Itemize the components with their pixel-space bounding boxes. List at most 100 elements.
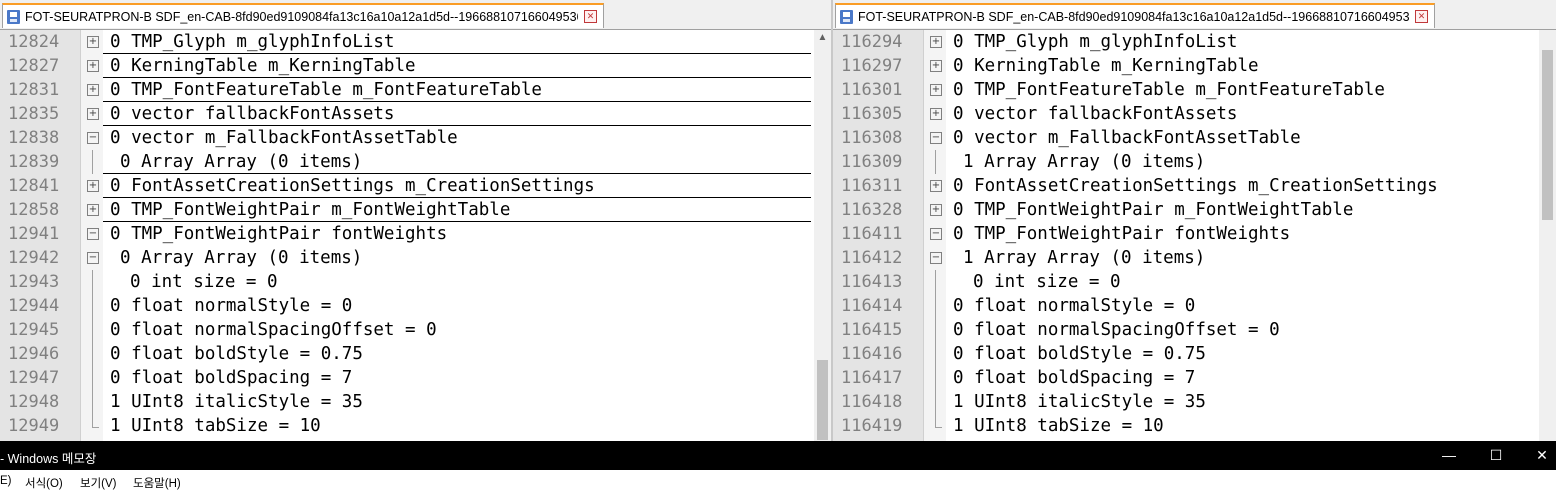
line-number: 12947: [8, 368, 60, 388]
minimize-icon[interactable]: —: [1426, 441, 1472, 470]
code-line[interactable]: 116301 0 TMP_FontFeatureTable m_FontFeatu…: [833, 78, 1556, 102]
code-line[interactable]: 12841 0 FontAssetCreationSettings m_Creat…: [0, 174, 831, 198]
expand-fold-icon[interactable]: [87, 84, 99, 96]
line-number: 12824: [8, 32, 60, 52]
code-line[interactable]: 116305 0 vector fallbackFontAssets: [833, 102, 1556, 126]
line-text: 0 int size = 0: [973, 272, 1121, 292]
line-number: 116301: [841, 80, 903, 100]
code-line[interactable]: 116328 0 TMP_FontWeightPair m_FontWeightT…: [833, 198, 1556, 222]
expand-fold-icon[interactable]: [930, 60, 942, 72]
expand-fold-icon[interactable]: [87, 108, 99, 120]
collapse-fold-icon[interactable]: [87, 132, 99, 144]
line-number: 12841: [8, 176, 60, 196]
line-number: 116412: [841, 248, 903, 268]
expand-fold-icon[interactable]: [87, 60, 99, 72]
code-line[interactable]: 12831 0 TMP_FontFeatureTable m_FontFeatur…: [0, 78, 831, 102]
left-tab-bar: FOT-SEURATPRON-B SDF_en-CAB-8fd90ed91090…: [0, 0, 831, 30]
code-line[interactable]: 116416 0 float boldStyle = 0.75: [833, 342, 1556, 366]
code-line[interactable]: 116418 1 UInt8 italicStyle = 35: [833, 390, 1556, 414]
expand-fold-icon[interactable]: [87, 180, 99, 192]
line-text: 0 KerningTable m_KerningTable: [953, 56, 1259, 76]
collapse-fold-icon[interactable]: [87, 252, 99, 264]
code-line[interactable]: 116417 0 float boldSpacing = 7: [833, 366, 1556, 390]
code-line[interactable]: 116413 0 int size = 0: [833, 270, 1556, 294]
right-scroll-thumb[interactable]: [1542, 50, 1553, 220]
line-number: 116419: [841, 416, 903, 436]
line-text: 0 float normalStyle = 0: [110, 296, 353, 316]
fold-guide-line: [935, 390, 936, 414]
line-text: 0 TMP_FontWeightPair m_FontWeightTable: [110, 200, 511, 220]
code-line[interactable]: 12948 1 UInt8 italicStyle = 35: [0, 390, 831, 414]
code-line[interactable]: 116311 0 FontAssetCreationSettings m_Crea…: [833, 174, 1556, 198]
collapse-fold-icon[interactable]: [930, 132, 942, 144]
line-text: 0 int size = 0: [130, 272, 278, 292]
collapse-fold-icon[interactable]: [87, 228, 99, 240]
fold-guide-line: [92, 150, 93, 174]
line-number: 12944: [8, 296, 60, 316]
expand-fold-icon[interactable]: [930, 204, 942, 216]
code-line[interactable]: 116308 0 vector m_FallbackFontAssetTable: [833, 126, 1556, 150]
line-number: 116415: [841, 320, 903, 340]
code-line[interactable]: 12941 0 TMP_FontWeightPair fontWeights: [0, 222, 831, 246]
expand-fold-icon[interactable]: [930, 84, 942, 96]
menu-item-view[interactable]: 보기(V): [80, 475, 117, 491]
left-scroll-thumb[interactable]: [817, 360, 828, 440]
maximize-icon[interactable]: ☐: [1473, 441, 1519, 470]
left-file-tab[interactable]: FOT-SEURATPRON-B SDF_en-CAB-8fd90ed91090…: [2, 3, 604, 28]
fold-guide-line: [92, 342, 93, 366]
menu-item-format[interactable]: 서식(O): [25, 475, 63, 491]
code-line[interactable]: 12839 0 Array Array (0 items): [0, 150, 831, 174]
code-line[interactable]: 12835 0 vector fallbackFontAssets: [0, 102, 831, 126]
left-vertical-scrollbar[interactable]: ▲: [814, 30, 831, 441]
code-line[interactable]: 12945 0 float normalSpacingOffset = 0: [0, 318, 831, 342]
code-line[interactable]: 116419 1 UInt8 tabSize = 10: [833, 414, 1556, 438]
right-editor[interactable]: 116294 0 TMP_Glyph m_glyphInfoList 116297 0…: [833, 30, 1556, 441]
expand-fold-icon[interactable]: [930, 108, 942, 120]
code-line[interactable]: 12827 0 KerningTable m_KerningTable: [0, 54, 831, 78]
right-tab-bar: FOT-SEURATPRON-B SDF_en-CAB-8fd90ed91090…: [833, 0, 1556, 30]
line-text: 1 UInt8 tabSize = 10: [110, 416, 321, 436]
line-number: 12838: [8, 128, 60, 148]
code-line[interactable]: 116309 1 Array Array (0 items): [833, 150, 1556, 174]
line-text: 0 float boldSpacing = 7: [953, 368, 1196, 388]
left-editor[interactable]: 12824 0 TMP_Glyph m_glyphInfoList 12827 0 K…: [0, 30, 831, 441]
code-line[interactable]: 116415 0 float normalSpacingOffset = 0: [833, 318, 1556, 342]
scroll-up-arrow-icon[interactable]: ▲: [814, 32, 831, 46]
line-text: 0 float boldStyle = 0.75: [953, 344, 1206, 364]
code-line[interactable]: 12858 0 TMP_FontWeightPair m_FontWeightTa…: [0, 198, 831, 222]
line-number: 12948: [8, 392, 60, 412]
code-line[interactable]: 12838 0 vector m_FallbackFontAssetTable: [0, 126, 831, 150]
line-text: 0 float normalStyle = 0: [953, 296, 1196, 316]
close-tab-icon[interactable]: ✕: [584, 10, 597, 23]
code-line[interactable]: 116411 0 TMP_FontWeightPair fontWeights: [833, 222, 1556, 246]
expand-fold-icon[interactable]: [930, 180, 942, 192]
close-window-icon[interactable]: ✕: [1519, 441, 1556, 470]
line-text: 1 UInt8 tabSize = 10: [953, 416, 1164, 436]
line-text: 0 Array Array (0 items): [120, 152, 363, 172]
code-line[interactable]: 12946 0 float boldStyle = 0.75: [0, 342, 831, 366]
code-line[interactable]: 12943 0 int size = 0: [0, 270, 831, 294]
code-line[interactable]: 12947 0 float boldSpacing = 7: [0, 366, 831, 390]
code-line[interactable]: 116297 0 KerningTable m_KerningTable: [833, 54, 1556, 78]
code-line[interactable]: 12824 0 TMP_Glyph m_glyphInfoList: [0, 30, 831, 54]
code-line[interactable]: 12949 1 UInt8 tabSize = 10: [0, 414, 831, 438]
expand-fold-icon[interactable]: [87, 204, 99, 216]
code-line[interactable]: 116414 0 float normalStyle = 0: [833, 294, 1556, 318]
right-file-tab[interactable]: FOT-SEURATPRON-B SDF_en-CAB-8fd90ed91090…: [835, 3, 1435, 28]
line-text: 1 UInt8 italicStyle = 35: [953, 392, 1206, 412]
line-text: 0 FontAssetCreationSettings m_CreationSe…: [953, 176, 1438, 196]
code-line[interactable]: 116412 1 Array Array (0 items): [833, 246, 1556, 270]
code-line[interactable]: 116294 0 TMP_Glyph m_glyphInfoList: [833, 30, 1556, 54]
expand-fold-icon[interactable]: [930, 36, 942, 48]
menu-item-edit[interactable]: E): [0, 475, 12, 487]
line-text: 0 float boldStyle = 0.75: [110, 344, 363, 364]
collapse-fold-icon[interactable]: [930, 228, 942, 240]
close-tab-icon[interactable]: ✕: [1415, 10, 1428, 23]
menu-item-help[interactable]: 도움말(H): [133, 475, 181, 491]
code-line[interactable]: 12942 0 Array Array (0 items): [0, 246, 831, 270]
right-vertical-scrollbar[interactable]: [1539, 30, 1556, 441]
code-line[interactable]: 12944 0 float normalStyle = 0: [0, 294, 831, 318]
line-text: 1 Array Array (0 items): [963, 248, 1206, 268]
collapse-fold-icon[interactable]: [930, 252, 942, 264]
expand-fold-icon[interactable]: [87, 36, 99, 48]
